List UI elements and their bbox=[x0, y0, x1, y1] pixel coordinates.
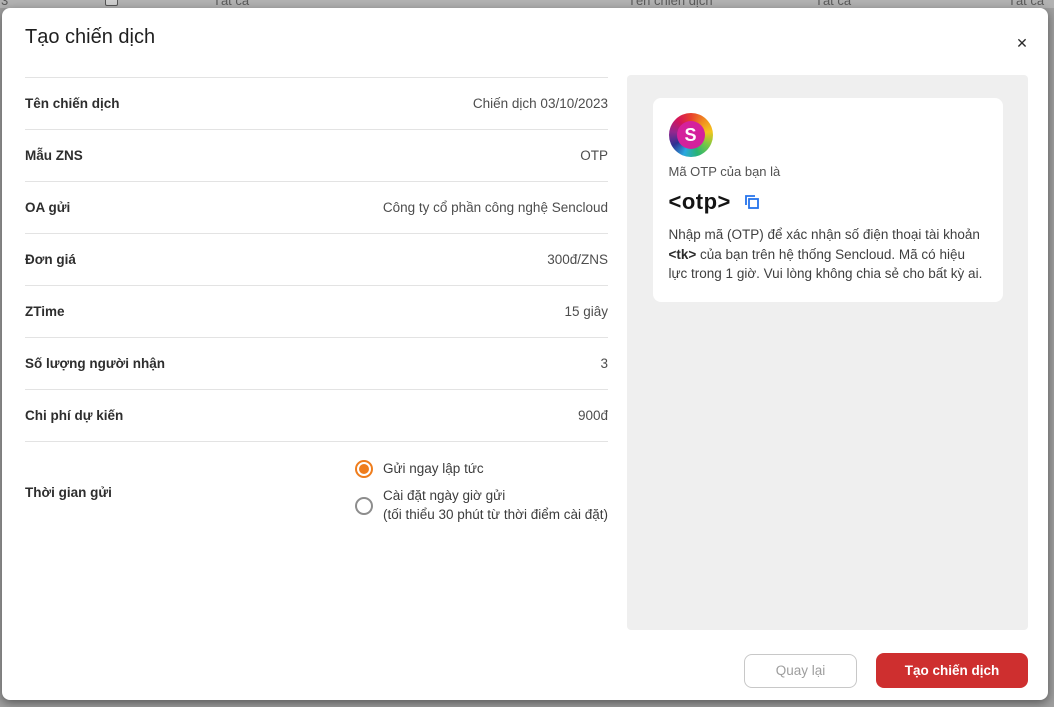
summary-row-ztime: ZTime 15 giây bbox=[25, 286, 608, 338]
row-value: Công ty cổ phần công nghệ Sencloud bbox=[382, 200, 608, 215]
logo-letter: S bbox=[676, 121, 705, 149]
copy-icon bbox=[743, 193, 761, 211]
row-label: OA gửi bbox=[25, 200, 71, 215]
message-part: của bạn trên hệ thống Sencloud. Mã có hi… bbox=[668, 246, 983, 282]
otp-placeholder: <otp> bbox=[668, 189, 731, 214]
dialog-title: Tạo chiến dịch bbox=[25, 26, 156, 48]
row-label: Mẫu ZNS bbox=[25, 148, 83, 163]
row-label: Tên chiến dịch bbox=[25, 96, 120, 111]
send-time-radio-group: Gửi ngay lập tức Cài đặt ngày giờ gửi (t… bbox=[354, 460, 608, 524]
dialog-footer: Quay lại Tạo chiến dịch bbox=[744, 653, 1028, 688]
row-value: 15 giây bbox=[564, 304, 608, 319]
send-time-row: Thời gian gửi Gửi ngay lập tức Cài đặt n… bbox=[25, 442, 608, 542]
row-value: 900đ bbox=[577, 408, 608, 423]
message-part: Nhập mã (OTP) để xác nhận số điện thoại … bbox=[668, 227, 980, 242]
summary-row-campaign-name: Tên chiến dịch Chiến dịch 03/10/2023 bbox=[25, 78, 608, 130]
row-label: Chi phí dự kiến bbox=[25, 408, 124, 423]
row-label: Đơn giá bbox=[25, 252, 76, 267]
row-label: ZTime bbox=[25, 304, 65, 319]
radio-selected-icon[interactable] bbox=[354, 460, 373, 479]
zns-preview-card: S Mã OTP của bạn là <otp> Nhập mã (OTP) … bbox=[652, 98, 1003, 302]
zns-preview-panel: S Mã OTP của bạn là <otp> Nhập mã (OTP) … bbox=[627, 75, 1028, 630]
summary-row-sender-oa: OA gửi Công ty cổ phần công nghệ Senclou… bbox=[25, 182, 608, 234]
summary-row-unit-price: Đơn giá 300đ/ZNS bbox=[25, 234, 608, 286]
sencloud-logo-icon: S bbox=[668, 113, 713, 157]
radio-option-sublabel: (tối thiểu 30 phút từ thời điểm cài đặt) bbox=[382, 506, 608, 522]
summary-row-zns-template: Mẫu ZNS OTP bbox=[25, 130, 608, 182]
close-icon[interactable]: ✕ bbox=[1009, 30, 1035, 56]
create-campaign-button[interactable]: Tạo chiến dịch bbox=[876, 653, 1028, 688]
radio-option-schedule[interactable]: Cài đặt ngày giờ gửi (tối thiểu 30 phút … bbox=[354, 487, 608, 523]
otp-message-text: Nhập mã (OTP) để xác nhận số điện thoại … bbox=[669, 225, 987, 284]
row-value: 3 bbox=[600, 356, 608, 371]
row-value: OTP bbox=[580, 148, 608, 163]
send-time-label: Thời gian gửi bbox=[25, 484, 112, 500]
campaign-summary-form: Tên chiến dịch Chiến dịch 03/10/2023 Mẫu… bbox=[25, 77, 608, 542]
background-text-fragment: Tất cả bbox=[1008, 0, 1045, 8]
summary-row-estimated-cost: Chi phí dự kiến 900đ bbox=[25, 390, 608, 442]
summary-row-recipient-count: Số lượng người nhận 3 bbox=[25, 338, 608, 390]
radio-unselected-icon[interactable] bbox=[354, 496, 373, 515]
row-value: 300đ/ZNS bbox=[547, 252, 608, 267]
row-value: Chiến dịch 03/10/2023 bbox=[472, 96, 608, 111]
background-text-fragment: 3 bbox=[1, 0, 9, 8]
radio-option-label: Cài đặt ngày giờ gửi bbox=[382, 488, 506, 504]
background-text-fragment: Tất cả bbox=[815, 0, 852, 8]
message-tk-token: <tk> bbox=[668, 246, 697, 262]
back-button[interactable]: Quay lại bbox=[744, 653, 857, 688]
row-label: Số lượng người nhận bbox=[25, 356, 165, 371]
background-checkbox bbox=[105, 0, 118, 6]
otp-code-line: <otp> bbox=[669, 189, 987, 215]
dimmed-background-page: 3 Tất cả Tên chiến dịch Tất cả Tất cả bbox=[0, 0, 1054, 8]
background-text-fragment: Tên chiến dịch bbox=[628, 0, 713, 8]
background-text-fragment: Tất cả bbox=[213, 0, 250, 8]
radio-option-label: Gửi ngay lập tức bbox=[382, 461, 484, 477]
radio-option-send-now[interactable]: Gửi ngay lập tức bbox=[354, 460, 484, 479]
otp-intro-text: Mã OTP của bạn là bbox=[668, 164, 781, 179]
create-campaign-dialog: Tạo chiến dịch ✕ Tên chiến dịch Chiến dị… bbox=[2, 8, 1048, 700]
